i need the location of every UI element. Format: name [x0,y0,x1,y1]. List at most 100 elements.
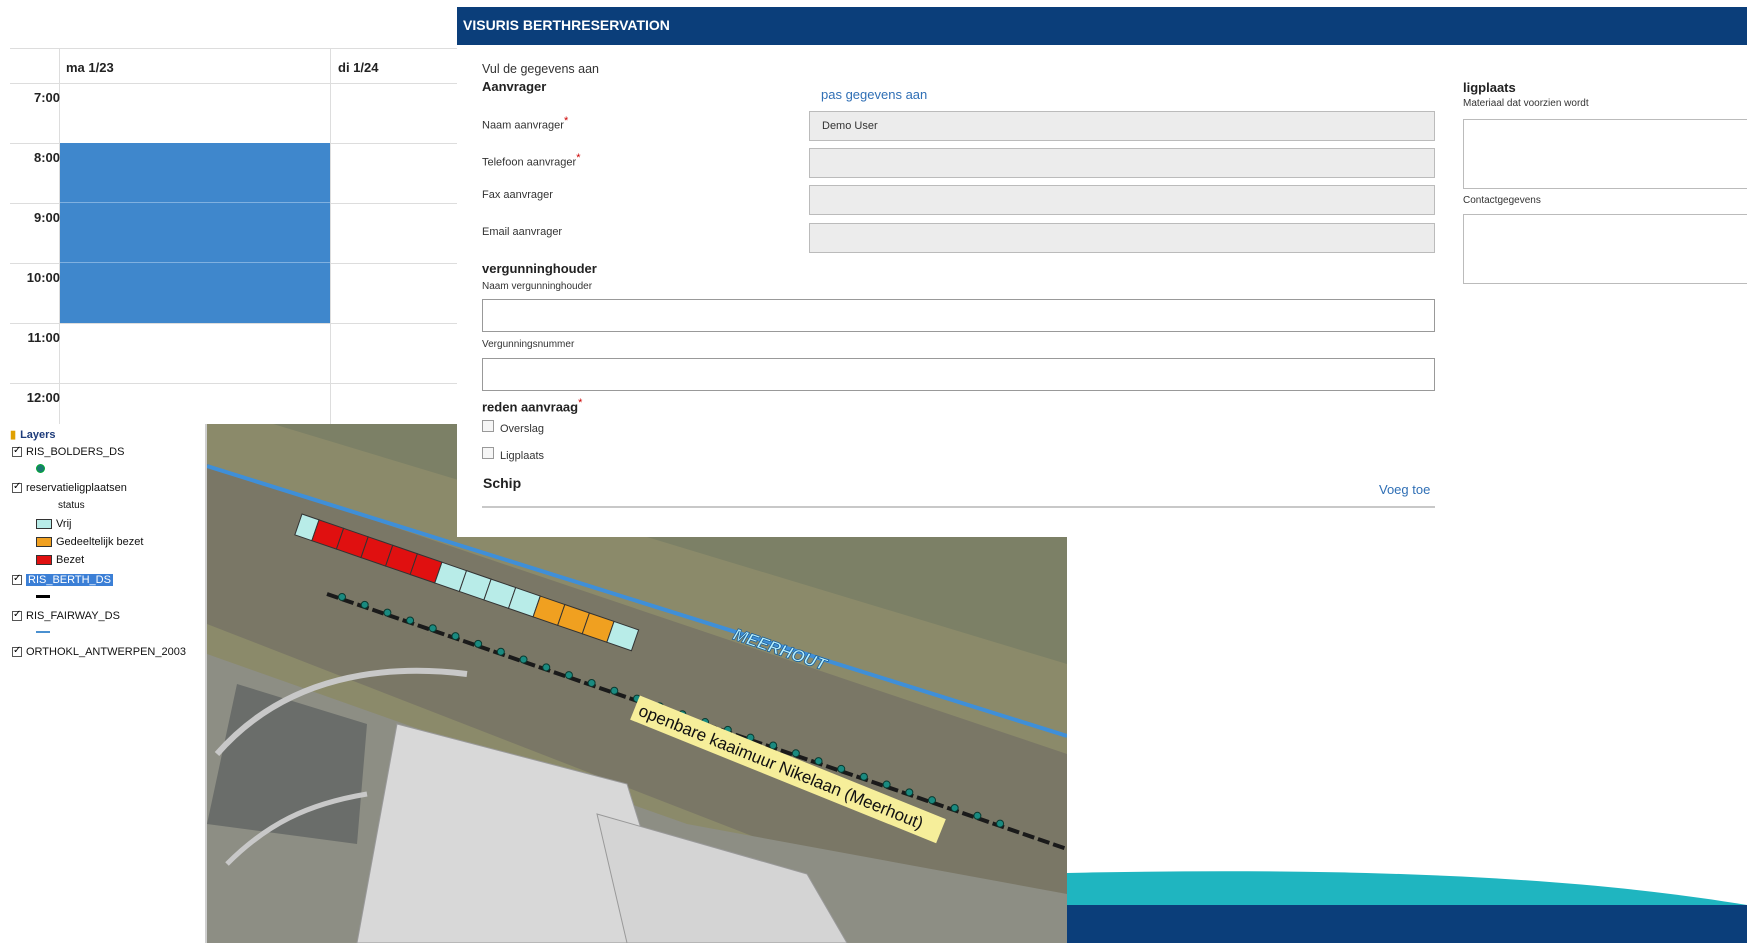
schip-heading: Schip [483,475,522,491]
footer-band [1067,905,1747,943]
ligplaats-checkbox[interactable] [482,447,494,459]
field-label: Naam aanvrager* [482,115,568,132]
berth-reservation-form: VISURIS BERTHRESERVATION Vul de gegevens… [457,7,1747,537]
material-label: Materiaal dat voorzien wordt [1463,98,1589,109]
fax-applicant-input[interactable] [809,185,1435,215]
legend-item: Bezet [36,554,84,566]
field-label: Telefoon aanvrager* [482,152,580,169]
reason-heading-text: reden aanvraag [482,399,579,415]
layers-icon: ▮ [10,429,17,441]
layers-title: ▮ Layers [10,428,56,442]
layer-item[interactable]: RIS_BOLDERS_DS [12,445,125,458]
bollard-point [950,803,959,812]
calendar-time-label: 9:00 [33,210,60,225]
bollard-point [814,757,823,766]
bollard-point [928,796,937,805]
layer-label: ORTHOKL_ANTWERPEN_2003 [26,646,186,658]
calendar-day-header[interactable]: ma 1/23 [66,60,114,75]
calendar-hour-row[interactable]: 7:00 [10,83,460,144]
calendar-hour-row[interactable]: 11:00 [10,323,460,384]
phone-applicant-input[interactable] [809,148,1435,178]
add-ship-link[interactable]: Voeg toe [1379,482,1430,497]
section-divider [482,506,1435,508]
legend-item: Gedeeltelijk bezet [36,536,143,548]
layer-label: reservatieligplaatsen [26,482,127,494]
legend-label: Bezet [56,554,85,566]
required-marker: * [563,115,569,127]
bollard-point [496,647,505,656]
bollard-point [519,655,528,664]
layer-checkbox[interactable] [12,573,22,585]
name-label: Naam aanvrager [482,119,564,132]
bollard-point [791,749,800,758]
legend-swatch [36,555,52,565]
calendar-header: ma 1/23 di 1/24 [10,48,460,84]
layers-title-text: Layers [20,428,56,441]
form-intro: Vul de gegevens aan [482,62,599,76]
legend-item: Vrij [36,518,71,530]
bollard-point [587,678,596,687]
bollard-point [406,616,415,625]
vergunninghouder-heading: vergunninghouder [482,261,597,276]
aanvrager-heading: Aanvrager [482,79,547,94]
name-applicant-input[interactable]: Demo User [809,111,1435,141]
legend-label: Gedeeltelijk bezet [56,536,144,548]
layer-label-selected: RIS_BERTH_DS [26,574,113,586]
bollard-point [338,593,346,601]
required-marker: * [578,397,583,409]
contact-textarea[interactable] [1463,214,1747,284]
calendar-event-block[interactable] [60,143,330,323]
email-applicant-input[interactable] [809,223,1435,253]
bollard-point [451,632,460,641]
bollard-point [428,624,437,633]
layer-checkbox[interactable] [12,609,22,621]
layer-item[interactable]: reservatieligplaatsen [12,481,127,494]
bollard-point [769,741,778,750]
layer-item[interactable]: RIS_FAIRWAY_DS [12,609,120,622]
bollard-point [973,811,982,820]
license-holder-label: Naam vergunninghouder [482,281,593,292]
ligplaats-option-label: Ligplaats [500,450,545,462]
form-title: VISURIS BERTHRESERVATION [463,17,670,33]
phone-label: Telefoon aanvrager [482,156,577,169]
berth-line-symbol [36,595,50,598]
layer-item[interactable]: ORTHOKL_ANTWERPEN_2003 [12,645,186,658]
bollard-point [564,671,573,680]
calendar-time-label: 8:00 [33,150,60,165]
calendar-day-header[interactable]: di 1/24 [338,60,378,75]
calendar-time-label: 10:00 [26,270,60,285]
bollard-symbol [36,464,45,473]
bollard-point [383,608,392,617]
required-marker: * [576,152,581,164]
license-number-label: Vergunningsnummer [482,339,575,350]
bollard-point [474,639,483,648]
license-number-input[interactable] [482,358,1435,391]
bollard-point [542,663,551,672]
calendar-time-label: 11:00 [27,330,60,345]
legend-label: Vrij [56,518,72,530]
bollard-point [837,764,846,773]
bollard-point [610,686,619,695]
bollard-point [859,772,868,781]
calendar-view: ma 1/23 di 1/24 7:00 8:00 9:00 10:00 11:… [0,48,460,424]
layer-checkbox[interactable] [12,645,22,657]
reason-heading: reden aanvraag* [482,397,582,414]
layer-checkbox[interactable] [12,481,22,493]
overslag-checkbox[interactable] [482,420,494,432]
material-textarea[interactable] [1463,119,1747,189]
email-label: Email aanvrager [482,226,563,238]
layer-checkbox[interactable] [12,445,22,457]
legend-swatch [36,519,52,529]
contact-label: Contactgegevens [1463,195,1541,206]
legend-swatch [36,537,52,547]
overslag-label: Overslag [500,423,545,435]
bollard-point [996,819,1005,828]
layer-sublabel: status [58,500,85,511]
fax-label: Fax aanvrager [482,189,553,201]
edit-details-link[interactable]: pas gegevens aan [821,87,927,102]
license-holder-input[interactable] [482,299,1435,332]
calendar-time-label: 7:00 [33,90,60,105]
form-header: VISURIS BERTHRESERVATION [457,7,1747,45]
layer-item[interactable]: RIS_BERTH_DS [12,573,113,586]
layer-label: RIS_BOLDERS_DS [26,446,125,458]
